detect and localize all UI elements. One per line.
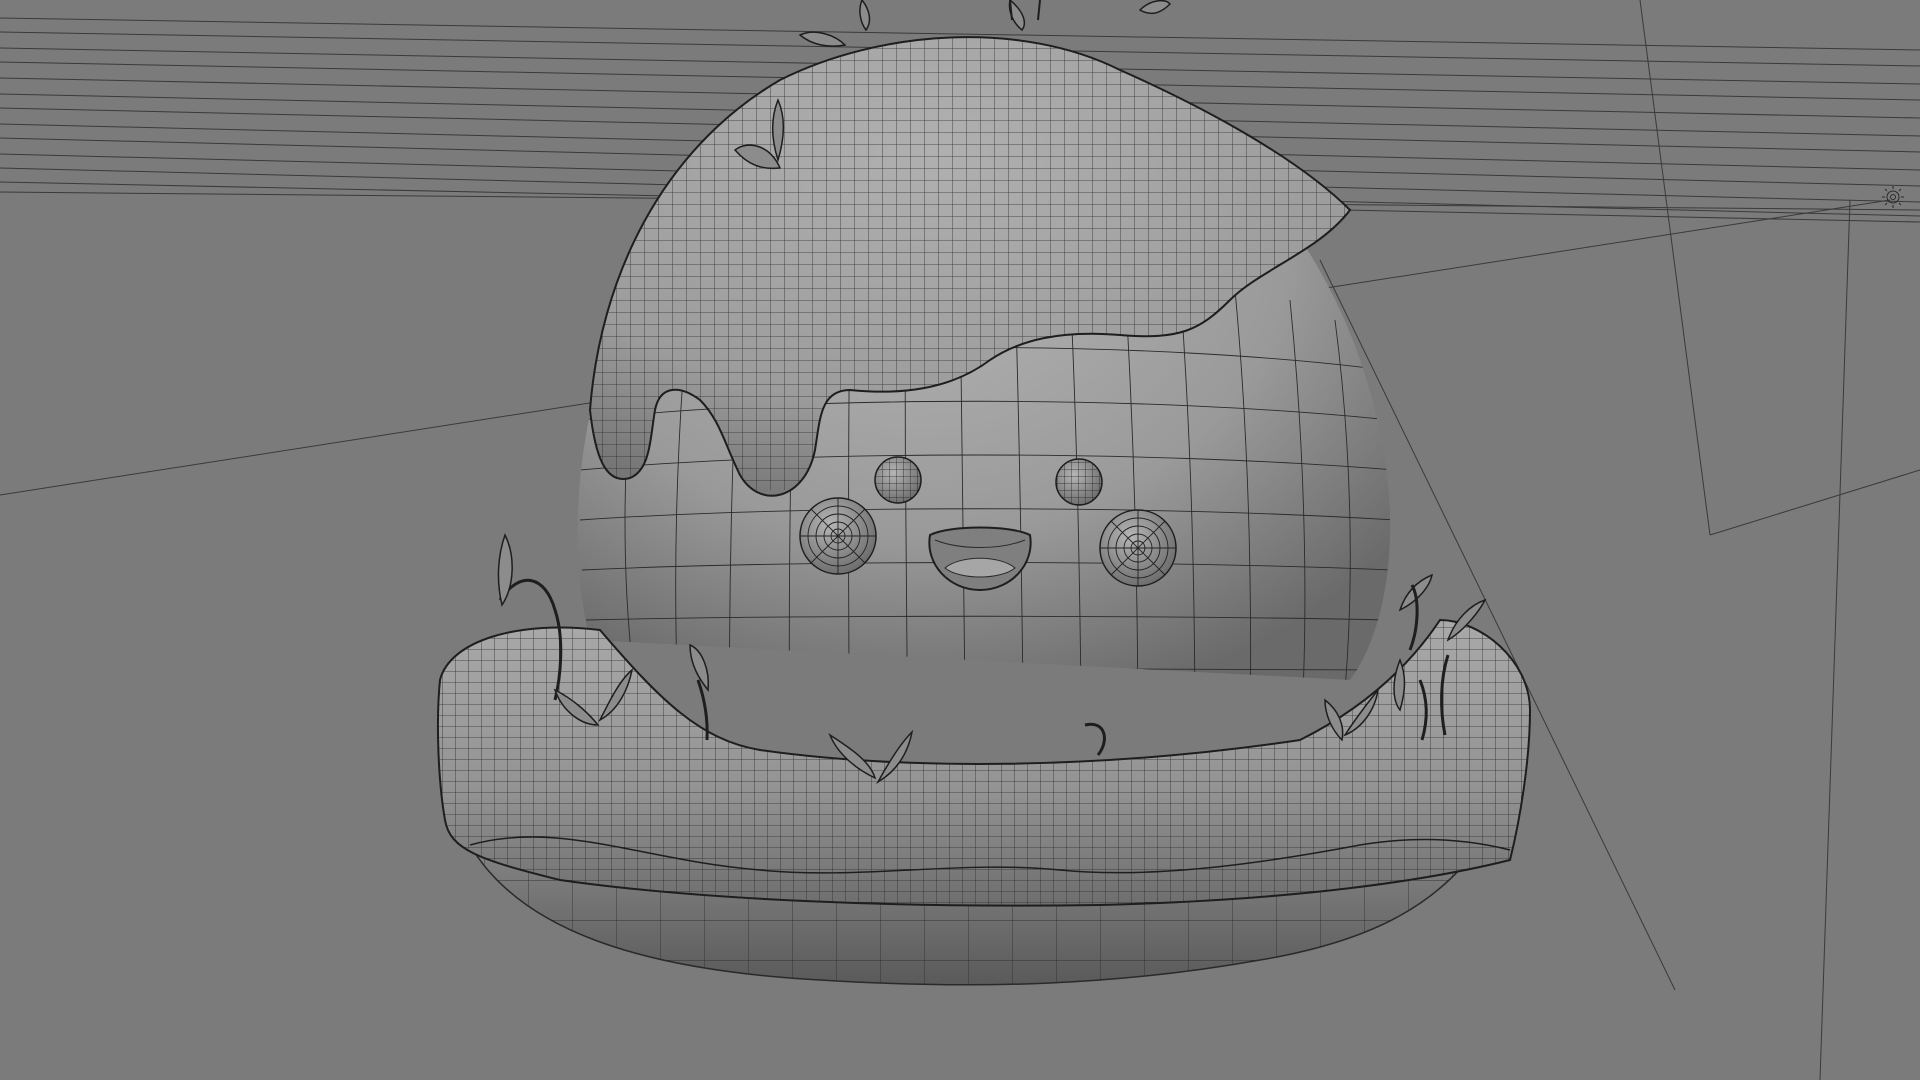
right-cheek[interactable]	[1099, 509, 1177, 587]
3d-viewport[interactable]	[0, 0, 1920, 1080]
sun-light-icon[interactable]	[1882, 186, 1904, 208]
left-cheek[interactable]	[799, 497, 877, 575]
left-eye[interactable]	[874, 456, 922, 504]
right-eye[interactable]	[1055, 458, 1103, 506]
